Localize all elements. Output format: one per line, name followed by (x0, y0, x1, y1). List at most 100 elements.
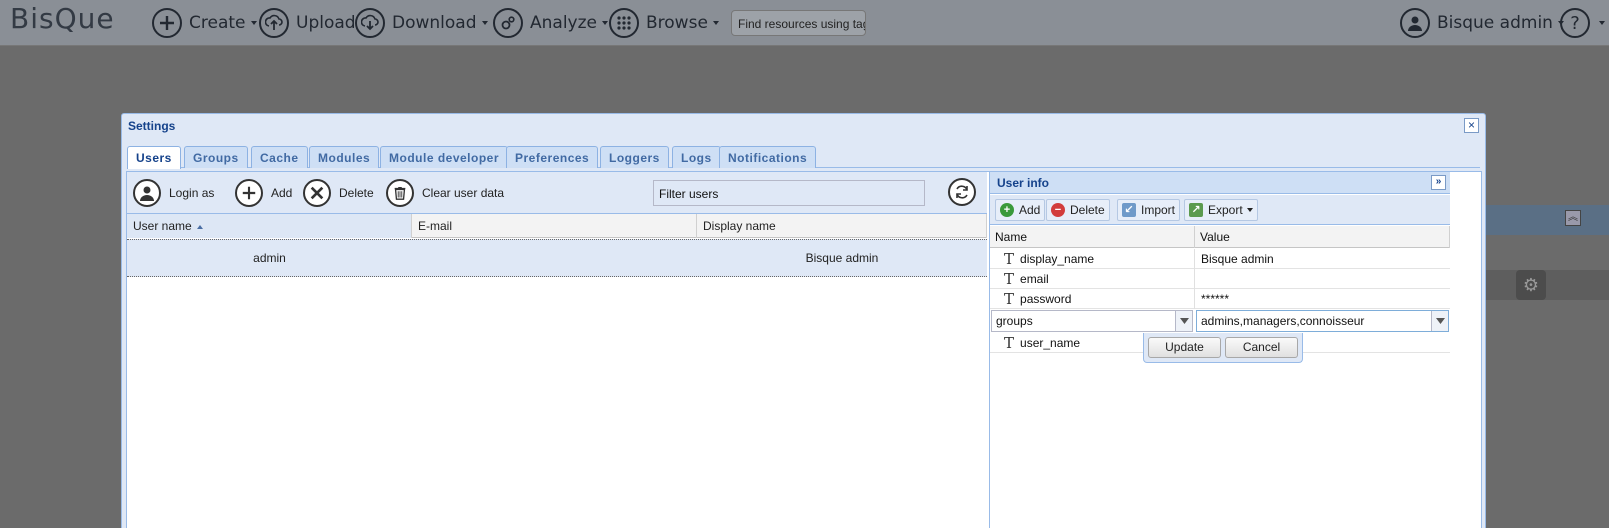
property-name: email (1020, 272, 1049, 286)
nav-download[interactable]: Download (355, 7, 488, 39)
tab-cache[interactable]: Cache (251, 146, 308, 168)
export-label: Export (1208, 203, 1243, 217)
property-row[interactable]: Tpassword ****** (990, 289, 1450, 309)
nav-upload[interactable]: Upload (259, 7, 356, 39)
clear-user-data-button[interactable]: Clear user data (386, 178, 504, 208)
property-value: Bisque admin (1201, 252, 1274, 266)
table-row[interactable]: admin Bisque admin (127, 239, 987, 277)
tab-module-developer[interactable]: Module developer (380, 146, 509, 168)
add-circle-icon: + (1000, 203, 1014, 217)
column-divider (1194, 289, 1195, 309)
nav-download-label: Download (392, 13, 477, 33)
text-type-icon: T (1004, 290, 1015, 308)
import-button[interactable]: ↙ Import (1117, 199, 1181, 221)
chevron-down-icon (602, 21, 608, 25)
user-icon (133, 179, 161, 207)
import-icon: ↙ (1122, 203, 1136, 217)
top-navbar: BisQue Create Upload Download Analyze Br… (0, 0, 1609, 46)
users-grid-header: User name E-mail Display name (127, 214, 987, 238)
property-row[interactable]: Temail (990, 269, 1450, 289)
delete-property-label: Delete (1070, 203, 1105, 217)
nav-create[interactable]: Create (152, 7, 257, 39)
dialog-title: Settings (128, 119, 176, 133)
tab-modules[interactable]: Modules (309, 146, 380, 168)
collapse-icon: ︽ (1565, 210, 1581, 226)
text-type-icon: T (1004, 270, 1015, 288)
tab-notifications[interactable]: Notifications (719, 146, 817, 168)
background-panel-header (1484, 205, 1609, 235)
property-name-cell: Tpassword (1004, 290, 1071, 308)
trash-icon (386, 179, 414, 207)
user-icon (1400, 8, 1430, 38)
delete-user-label: Delete (339, 186, 374, 200)
app-logo[interactable]: BisQue (10, 2, 115, 35)
property-name-cell: Tdisplay_name (1004, 250, 1095, 268)
nav-analyze[interactable]: Analyze (493, 7, 608, 39)
cell-email (412, 240, 697, 278)
tab-groups[interactable]: Groups (184, 146, 248, 168)
export-button[interactable]: ↗ Export (1184, 199, 1258, 221)
nav-upload-label: Upload (296, 13, 356, 33)
filter-users-input[interactable]: Filter users (653, 180, 925, 206)
user-info-toolbar: + Add − Delete ↙ Import ↗ Export (990, 195, 1450, 225)
tab-users[interactable]: Users (127, 146, 181, 169)
column-user-name-label: User name (133, 219, 192, 233)
row-editor-buttons: Update Cancel (1143, 333, 1303, 363)
property-value-combo-value: admins,managers,connoisseur (1201, 314, 1365, 328)
column-divider (1194, 269, 1195, 289)
refresh-icon[interactable] (948, 178, 976, 206)
login-as-button[interactable]: Login as (133, 178, 214, 208)
column-divider (1194, 249, 1195, 269)
user-name-label: Bisque admin (1437, 13, 1553, 33)
upload-icon (259, 8, 289, 38)
property-value-combo[interactable]: admins,managers,connoisseur (1196, 310, 1449, 332)
users-panel: Login as Add Delete Clear user data Filt… (126, 171, 1482, 528)
row-editor: groups admins,managers,connoisseur (990, 309, 1450, 333)
cancel-button[interactable]: Cancel (1225, 337, 1298, 358)
settings-tabs: Users Groups Cache Modules Module develo… (127, 146, 1480, 169)
text-type-icon: T (1004, 334, 1015, 352)
user-info-title-label: User info (997, 176, 1050, 190)
export-icon: ↗ (1189, 203, 1203, 217)
settings-dialog: Settings × Users Groups Cache Modules Mo… (121, 113, 1486, 528)
column-email[interactable]: E-mail (412, 214, 697, 238)
column-name[interactable]: Name (990, 226, 1195, 248)
grid-icon (609, 8, 639, 38)
delete-property-button[interactable]: − Delete (1046, 199, 1110, 221)
column-user-name[interactable]: User name (127, 214, 412, 238)
chevron-down-icon (712, 21, 719, 25)
column-display-name[interactable]: Display name (697, 214, 987, 238)
chevron-down-icon[interactable] (1175, 311, 1192, 331)
gear-icon: ⚙ (1516, 270, 1546, 300)
add-user-label: Add (271, 186, 293, 200)
clear-user-data-label: Clear user data (422, 186, 505, 200)
chevron-down-icon (481, 21, 488, 25)
help-menu[interactable]: ? (1560, 7, 1605, 39)
user-info-title: User info » (990, 172, 1450, 194)
properties-grid-header: Name Value (990, 226, 1450, 248)
user-menu[interactable]: Bisque admin (1400, 7, 1564, 39)
delete-user-button[interactable]: Delete (303, 178, 374, 208)
text-type-icon: T (1004, 250, 1015, 268)
close-icon[interactable]: × (1464, 118, 1479, 133)
expand-icon[interactable]: » (1431, 175, 1446, 190)
tab-preferences[interactable]: Preferences (506, 146, 599, 168)
tab-logs[interactable]: Logs (672, 146, 721, 168)
update-button[interactable]: Update (1148, 337, 1221, 358)
chevron-down-icon (1599, 21, 1605, 25)
nav-browse[interactable]: Browse (609, 7, 719, 39)
search-input[interactable]: Find resources using tags (731, 10, 866, 36)
chevron-down-icon[interactable] (1431, 311, 1448, 331)
cell-user-name: admin (253, 251, 286, 265)
property-name: display_name (1020, 252, 1095, 266)
tab-loggers[interactable]: Loggers (600, 146, 669, 168)
add-property-button[interactable]: + Add (995, 199, 1046, 221)
users-toolbar: Login as Add Delete Clear user data Filt… (127, 172, 987, 214)
add-property-label: Add (1019, 203, 1041, 217)
property-row[interactable]: Tdisplay_name Bisque admin (990, 249, 1450, 269)
add-user-button[interactable]: Add (235, 178, 292, 208)
column-value[interactable]: Value (1195, 226, 1450, 248)
sort-ascending-icon (196, 224, 203, 229)
property-name-combo[interactable]: groups (991, 310, 1193, 332)
help-icon: ? (1560, 8, 1590, 38)
